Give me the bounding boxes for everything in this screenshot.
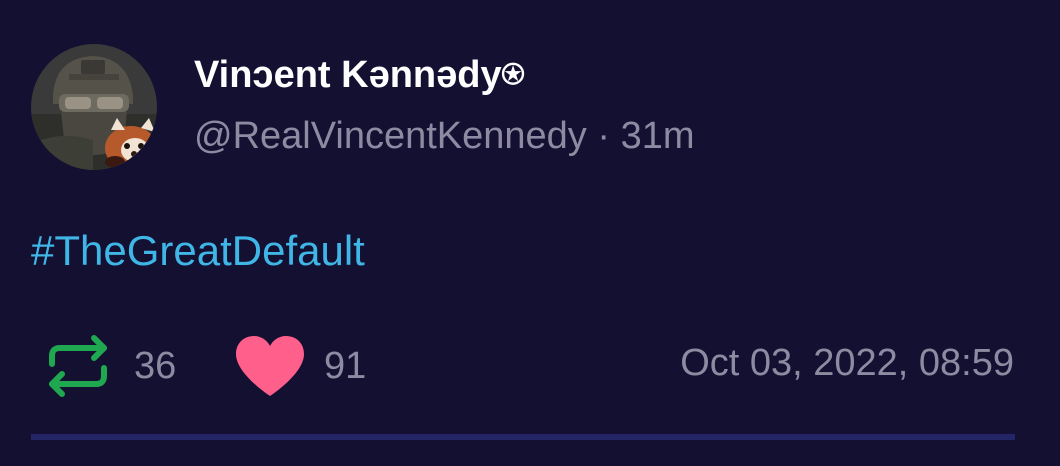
avatar-image xyxy=(31,44,157,170)
meta-separator: · xyxy=(597,115,611,157)
repost-icon xyxy=(44,334,112,398)
avatar[interactable] xyxy=(31,44,157,170)
post-time-ago[interactable]: 31m xyxy=(621,115,695,157)
repost-count: 36 xyxy=(134,345,177,387)
author-handle[interactable]: @RealVincentKennedy xyxy=(194,115,587,157)
post-timestamp[interactable]: Oct 03, 2022, 08:59 xyxy=(680,340,1014,386)
post-card: Vinɔent Kənnədy⍟ @RealVincentKennedy · 3… xyxy=(0,0,1060,466)
hashtag-link[interactable]: #TheGreatDefault xyxy=(31,226,365,276)
author-name[interactable]: Vinɔent Kənnədy⍟ xyxy=(194,52,524,98)
heart-icon xyxy=(234,334,306,398)
like-button[interactable]: 91 xyxy=(234,334,366,398)
like-count: 91 xyxy=(324,345,367,387)
author-meta: @RealVincentKennedy · 31m xyxy=(194,113,695,159)
divider xyxy=(31,434,1015,440)
repost-button[interactable]: 36 xyxy=(44,334,176,398)
